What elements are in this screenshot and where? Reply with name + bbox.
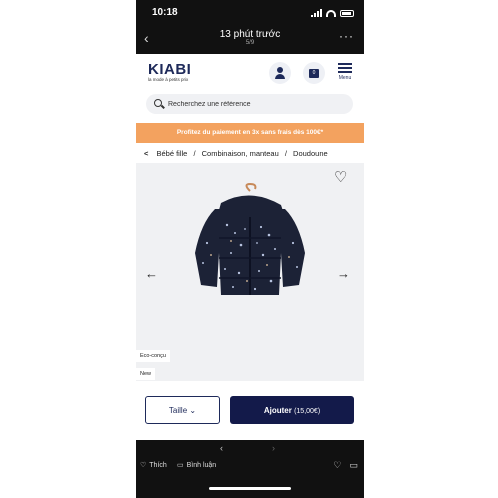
product-actions: Taille ⌄ Ajouter (15,00€): [136, 381, 364, 440]
like-label: Thích: [149, 461, 167, 469]
photo-counter: 5/9: [245, 40, 255, 46]
comment-label: Bình luận: [186, 461, 217, 469]
next-image-arrow-icon[interactable]: →: [337, 266, 350, 281]
wifi-icon: [326, 9, 336, 17]
eco-badge: Eco-conçu: [136, 350, 170, 362]
price-label: (15,00€): [294, 407, 321, 415]
status-time: 10:18: [152, 7, 178, 18]
photo-pager: ‹ ›: [136, 443, 364, 457]
comment-bubble-icon[interactable]: ▭: [349, 460, 358, 471]
cart-button[interactable]: 0: [303, 62, 325, 84]
breadcrumb: < Bébé fille / Combinaison, manteau / Do…: [144, 149, 364, 161]
add-to-cart-button[interactable]: Ajouter (15,00€): [230, 396, 354, 424]
kiabi-logo[interactable]: KIABI la mode à petits prix: [148, 62, 191, 82]
product-image: [195, 183, 305, 295]
viewer-top-bar: ‹ 13 phút trước 5/9 ···: [136, 28, 364, 52]
home-indicator[interactable]: [209, 487, 291, 490]
site-header: KIABI la mode à petits prix 0 Menu: [136, 54, 364, 92]
chevron-left-icon[interactable]: ‹: [220, 443, 223, 453]
heart-icon[interactable]: ♡: [333, 460, 341, 471]
comment-icon: ▭: [177, 462, 184, 469]
logo-tagline: la mode à petits prix: [148, 77, 189, 82]
logo-name: KIABI: [148, 61, 192, 78]
chevron-right-icon[interactable]: ›: [272, 443, 275, 453]
size-select-button[interactable]: Taille ⌄: [145, 396, 220, 424]
chevron-down-icon: ⌄: [189, 405, 197, 415]
breadcrumb-separator: /: [284, 149, 287, 158]
add-button-label: Ajouter: [263, 405, 292, 415]
like-button[interactable]: ♡ Thích: [140, 461, 167, 470]
new-badge: New: [136, 368, 156, 380]
status-icons: [311, 9, 354, 17]
promo-banner[interactable]: Profitez du paiement en 3x sans frais dè…: [136, 123, 364, 143]
comment-button[interactable]: ▭ Bình luận: [177, 461, 217, 470]
breadcrumb-item[interactable]: Combinaison, manteau: [202, 149, 279, 158]
chevron-left-icon[interactable]: <: [144, 149, 148, 158]
viewer-title: 13 phút trước: [219, 29, 281, 40]
phone-screen: 10:18 ‹ 13 phút trước 5/9 ··· KIABI la m…: [136, 0, 364, 498]
favorite-heart-icon[interactable]: ♡: [334, 170, 347, 185]
search-bar[interactable]: [146, 94, 353, 114]
battery-icon: [340, 9, 354, 17]
thumbs-up-icon: ♡: [140, 462, 147, 469]
size-button-label: Taille: [168, 405, 188, 415]
search-input[interactable]: [168, 97, 348, 111]
back-icon[interactable]: ‹: [144, 30, 149, 46]
previous-image-arrow-icon[interactable]: ←: [145, 266, 158, 281]
menu-button[interactable]: Menu: [336, 63, 354, 81]
social-bottom-bar: ♡ Thích ▭ Bình luận ♡ ▭: [136, 456, 364, 478]
shopping-bag-icon: 0: [309, 69, 319, 78]
product-gallery[interactable]: ♡ ← → Eco-conçu New: [136, 163, 364, 381]
bottom-right-icons: ♡ ▭: [333, 460, 358, 471]
breadcrumb-item[interactable]: Doudoune: [293, 149, 328, 158]
user-icon-body: [275, 74, 285, 79]
search-icon: [154, 99, 162, 107]
hamburger-icon: [336, 63, 354, 73]
more-options-icon[interactable]: ···: [339, 29, 354, 43]
account-button[interactable]: [269, 62, 291, 84]
breadcrumb-separator: /: [193, 149, 196, 158]
user-icon: [277, 67, 283, 73]
signal-icon: [311, 9, 322, 17]
breadcrumb-item[interactable]: Bébé fille: [156, 149, 187, 158]
menu-label: Menu: [338, 75, 352, 81]
kiabi-page: KIABI la mode à petits prix 0 Menu Profi…: [136, 54, 364, 440]
status-bar: 10:18: [136, 0, 364, 28]
